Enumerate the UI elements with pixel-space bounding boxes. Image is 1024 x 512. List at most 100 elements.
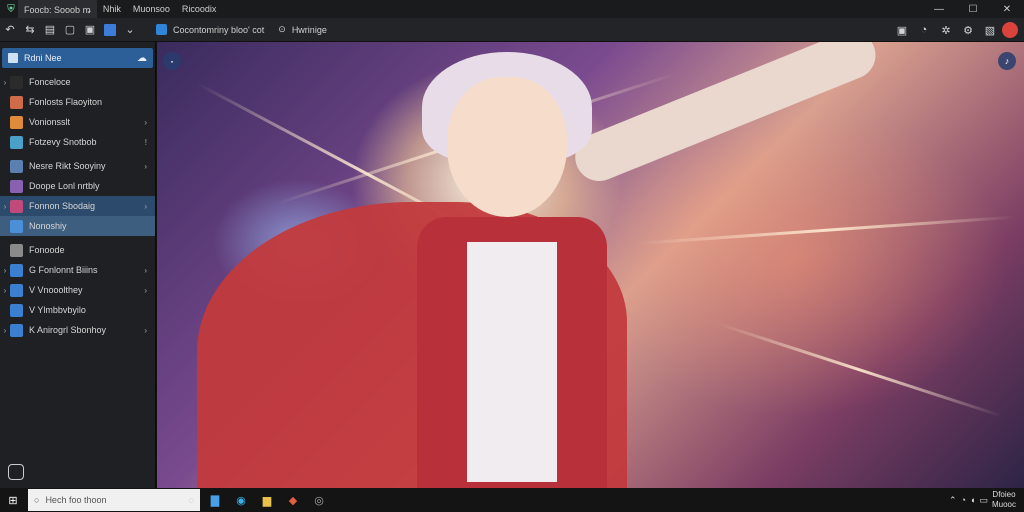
sidebar-item-label: Vonionsslt [29, 117, 71, 127]
clock[interactable]: Dfoieo Muooc [992, 490, 1016, 510]
sidebar-item[interactable]: Fonlosts Flaoyiton [0, 92, 155, 112]
copy-icon[interactable]: ▤ [40, 20, 60, 40]
title-tab-4[interactable]: Ricoodix [176, 0, 223, 18]
item-thumbnail-icon [10, 199, 23, 213]
image-icon[interactable]: ▣ [80, 20, 100, 40]
sidebar-item[interactable]: Fotzevy Snotbob! [0, 132, 155, 152]
sidebar-item-label: K Anirogrl Sbonhoy [29, 325, 107, 335]
volume-icon[interactable]: ◖ [970, 495, 975, 505]
sidebar-item[interactable]: › G Fonlonnt Biiins › [0, 260, 155, 280]
address-bar[interactable]: Cocontomriny bloo' cot ⊙ Hwrinige [156, 24, 327, 35]
character-arm [568, 42, 883, 189]
title-tab-1[interactable]: Foocb: Sooob ꬺ [18, 0, 97, 18]
battery-icon[interactable]: ▭ [979, 495, 988, 506]
clock-date: Muooc [991, 500, 1016, 509]
sidebar-item[interactable]: Fonoode [0, 240, 155, 260]
clock-time: Dfoieo [992, 490, 1016, 499]
title-tab-3[interactable]: Muonsoo [127, 0, 176, 18]
sidebar-item[interactable]: › V Vnooolthey › [0, 280, 155, 300]
edge-browser-icon[interactable]: ◉ [230, 489, 252, 511]
item-thumbnail-icon [10, 219, 23, 233]
site-favicon-icon [156, 24, 167, 35]
sidebar-item[interactable]: › K Anirogrl Sbonhoy › [0, 320, 155, 340]
account-icon[interactable]: ◔ [914, 20, 934, 40]
color-swatch-button[interactable] [100, 20, 120, 40]
sidebar-item-label: V Ylmbbvbyilo [29, 305, 86, 315]
network-icon[interactable]: ◔ [961, 495, 966, 505]
app-icon-red[interactable]: ◆ [282, 489, 304, 511]
cloud-icon[interactable]: ☁ [137, 53, 147, 64]
mic-icon[interactable]: ◌ [189, 495, 194, 505]
sidebar-item[interactable]: Nonoshiy [0, 216, 155, 236]
image-info-icon[interactable]: ꞏ [163, 52, 181, 70]
file-explorer-icon[interactable]: ▇ [204, 489, 226, 511]
item-thumbnail-icon [10, 95, 23, 109]
settings-icon[interactable]: ✲ [936, 20, 956, 40]
chevron-up-icon[interactable]: ⌃ [949, 495, 957, 506]
secondary-text: Hwrinige [291, 24, 327, 35]
sidebar-item-label: Nonoshiy [29, 221, 67, 231]
item-thumbnail-icon [10, 263, 23, 277]
sidebar-icon[interactable]: ⇆ [20, 20, 40, 40]
chevron-down-icon[interactable]: ⌄ [120, 20, 140, 40]
settings-app-icon[interactable]: ◎ [308, 489, 330, 511]
item-thumbnail-icon [10, 243, 23, 257]
sidebar-item-label: Fonoode [29, 245, 65, 255]
light-ray [716, 322, 1003, 418]
main-image: ꞏ ♪ [157, 42, 1024, 488]
item-trailing-icon[interactable]: › [144, 326, 147, 335]
item-trailing-icon[interactable]: › [144, 286, 147, 295]
sidebar-item-label: Doope Lonl nrtbly [29, 181, 100, 191]
sidebar-header-label: Rdni Nee [24, 53, 62, 63]
sidebar-header[interactable]: Rdni Nee ☁ [2, 48, 153, 68]
item-trailing-icon[interactable]: › [144, 266, 147, 275]
sidebar-item[interactable]: Doope Lonl nrtbly [0, 176, 155, 196]
sidebar-item-label: G Fonlonnt Biiins [29, 265, 98, 275]
music-note-icon[interactable]: ♪ [998, 52, 1016, 70]
sidebar-list: › Fonceloce Fonlosts Flaoyiton Vonionsslt › F… [0, 72, 155, 340]
profile-avatar[interactable] [1002, 22, 1018, 38]
item-trailing-icon[interactable]: ! [145, 138, 147, 147]
item-thumbnail-icon [10, 303, 23, 317]
minimize-button[interactable]: — [922, 0, 956, 18]
item-thumbnail-icon [10, 179, 23, 193]
item-trailing-icon[interactable]: › [144, 202, 147, 211]
sidebar-item[interactable]: V Ylmbbvbyilo [0, 300, 155, 320]
sidebar-item[interactable]: Vonionsslt › [0, 112, 155, 132]
taskbar-search[interactable]: ○ Hech foo thoon ◌ [28, 489, 200, 511]
sidebar-item-label: Fonlosts Flaoyiton [29, 97, 103, 107]
maximize-button[interactable]: ☐ [956, 0, 990, 18]
expand-caret-icon[interactable]: › [0, 202, 10, 211]
title-tab-2[interactable]: Nhik [97, 0, 127, 18]
item-thumbnail-icon [10, 283, 23, 297]
close-button[interactable]: ✕ [990, 0, 1024, 18]
search-icon: ⊙ [278, 24, 286, 34]
sidebar-item[interactable]: Nesre Rikt Sooyiny › [0, 156, 155, 176]
item-thumbnail-icon [10, 115, 23, 129]
window-toggle-icon[interactable]: ▣ [892, 20, 912, 40]
assistant-icon[interactable] [8, 464, 24, 480]
folder-icon[interactable]: ▆ [256, 489, 278, 511]
item-thumbnail-icon [10, 323, 23, 337]
expand-caret-icon[interactable]: › [0, 326, 10, 335]
sidebar-item[interactable]: › Fonceloce [0, 72, 155, 92]
character-shirt [467, 242, 557, 482]
search-placeholder: Hech foo thoon [45, 495, 107, 505]
expand-caret-icon[interactable]: › [0, 266, 10, 275]
extensions-icon[interactable]: ⚙ [958, 20, 978, 40]
toolbar-right: ▣ ◔ ✲ ⚙ ▧ [892, 20, 1018, 40]
sidebar-item[interactable]: › Fonnon Sbodaig › [0, 196, 155, 216]
window-icon[interactable]: ▢ [60, 20, 80, 40]
expand-caret-icon[interactable]: › [0, 286, 10, 295]
address-text: Cocontomriny bloo' cot [173, 24, 265, 35]
back-icon[interactable]: ↶ [0, 20, 20, 40]
bookmark-icon[interactable]: ▧ [980, 20, 1000, 40]
windows-start-icon[interactable]: ⊞ [0, 488, 26, 512]
color-swatch [104, 23, 116, 36]
system-tray: ⌃ ◔ ◖ ▭ Dfoieo Muooc [949, 488, 1016, 512]
item-trailing-icon[interactable]: › [144, 118, 147, 127]
title-bar: ⛨ Foocb: Sooob ꬺ Nhik Muonsoo Ricoodix —… [0, 0, 1024, 18]
item-trailing-icon[interactable]: › [144, 162, 147, 171]
expand-caret-icon[interactable]: › [0, 78, 10, 87]
item-thumbnail-icon [10, 135, 23, 149]
